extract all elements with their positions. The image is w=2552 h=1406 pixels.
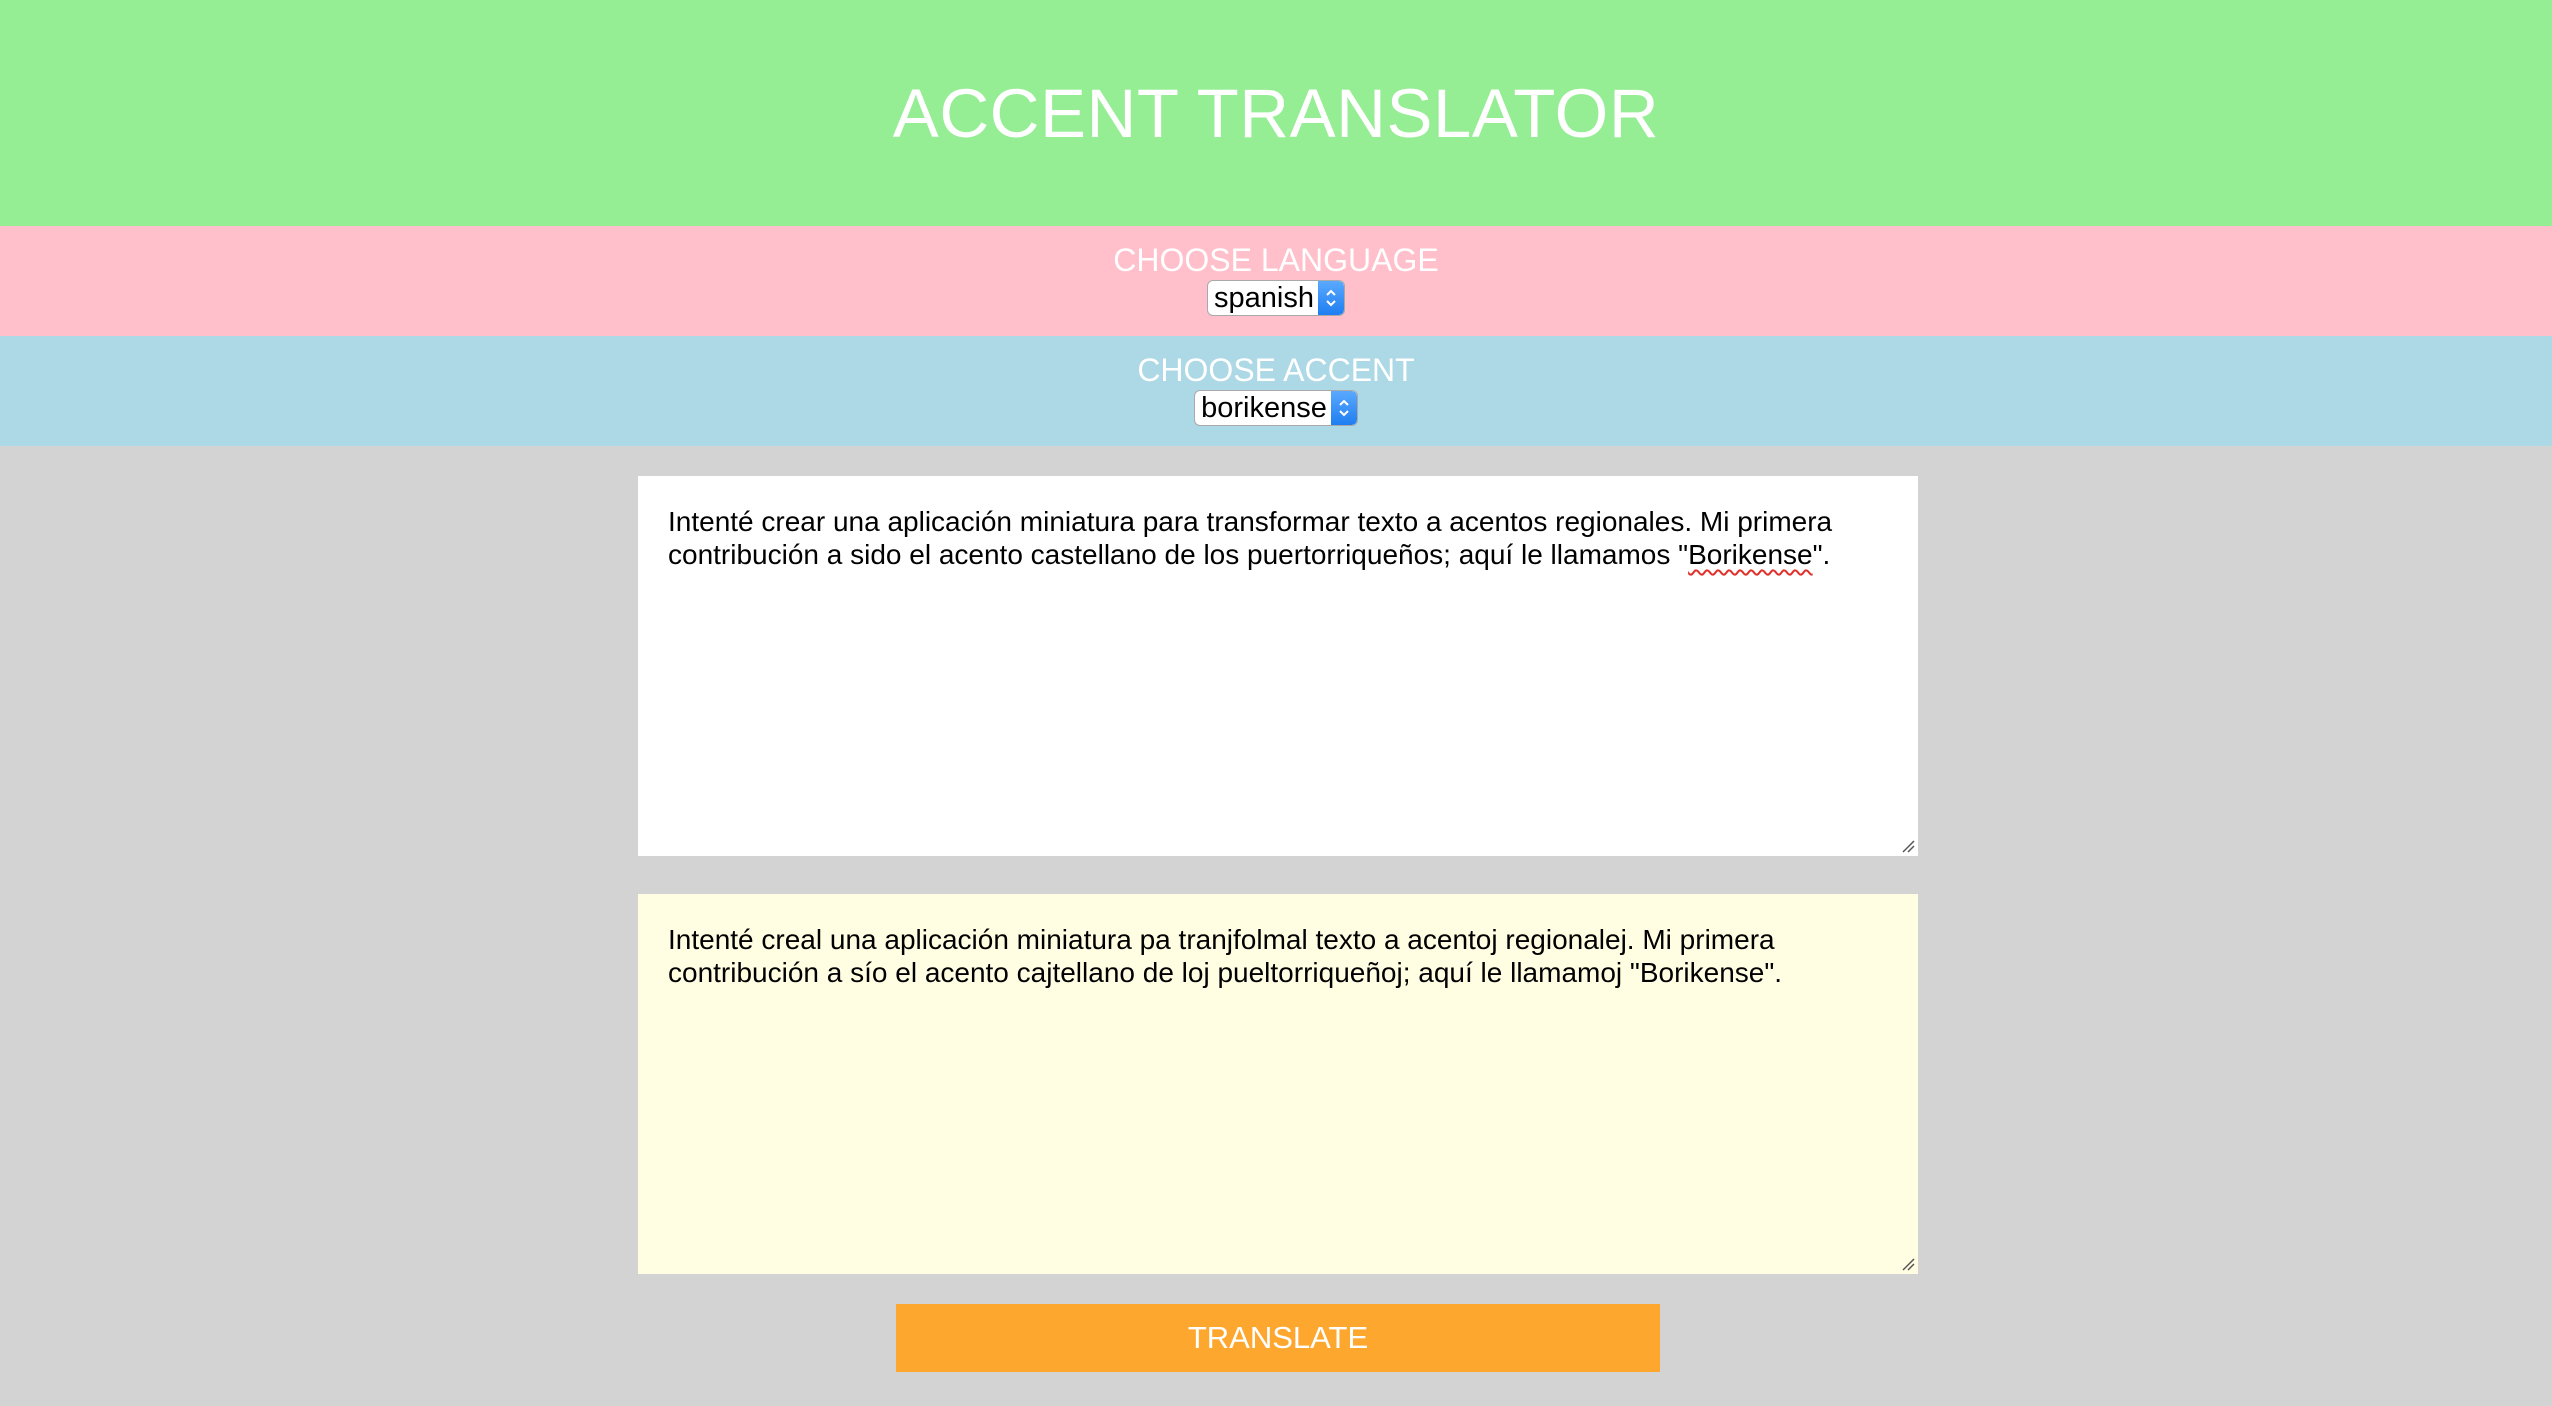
language-select-value: spanish [1214, 282, 1314, 314]
app-header: ACCENT TRANSLATOR [0, 0, 2552, 226]
input-textarea[interactable]: Intenté crear una aplicación miniatura p… [638, 476, 1918, 856]
accent-select-value: borikense [1201, 392, 1327, 424]
output-textarea[interactable]: Intenté creal una aplicación miniatura p… [638, 894, 1918, 1274]
translate-button[interactable]: TRANSLATE [896, 1304, 1660, 1372]
accent-label: CHOOSE ACCENT [1137, 352, 1415, 388]
input-text: Intenté crear una aplicación miniatura p… [668, 506, 1833, 570]
resize-grip-icon[interactable] [1899, 837, 1915, 853]
resize-grip-icon[interactable] [1899, 1255, 1915, 1271]
chevron-up-down-icon [1330, 391, 1357, 425]
spellcheck-underline: Borikense [1688, 539, 1813, 570]
language-select[interactable]: spanish [1207, 280, 1345, 316]
accent-section: CHOOSE ACCENT borikense [0, 336, 2552, 446]
language-section: CHOOSE LANGUAGE spanish [0, 226, 2552, 336]
accent-select[interactable]: borikense [1194, 390, 1358, 426]
app-title: ACCENT TRANSLATOR [892, 74, 1660, 152]
output-text: Intenté creal una aplicación miniatura p… [668, 924, 1783, 988]
chevron-up-down-icon [1317, 281, 1344, 315]
language-label: CHOOSE LANGUAGE [1113, 242, 1439, 278]
